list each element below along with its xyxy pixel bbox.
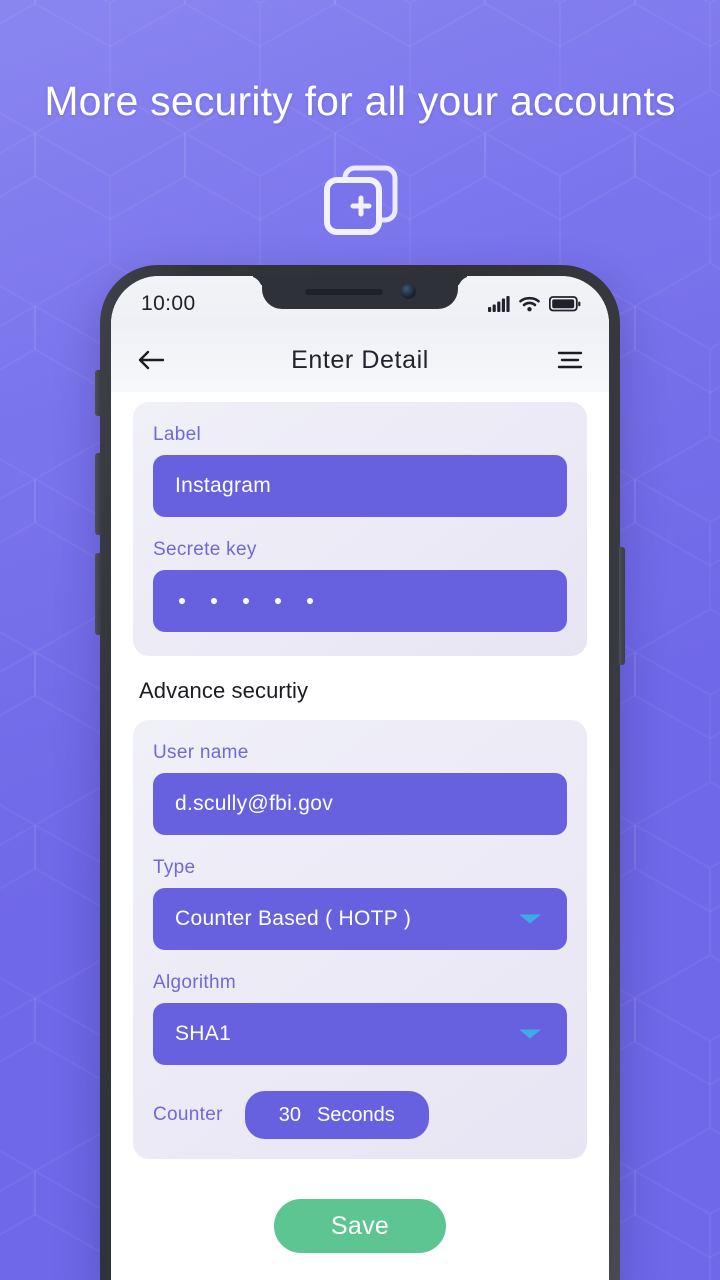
algorithm-select-value: SHA1 [175,1022,232,1045]
label-field-label: Label [153,424,201,445]
masked-value-dots [175,598,313,604]
type-select-value: Counter Based ( HOTP ) [175,907,412,930]
user-name-input[interactable]: d.scully@fbi.gov [153,773,567,835]
phone-mockup-frame: 10:00 Enter Detail Label Instagram Secre… [95,265,625,1280]
type-field-label: Type [153,857,196,878]
hamburger-menu-icon [557,351,583,369]
advance-security-heading: Advance securtiy [139,678,309,703]
promo-headline: More security for all your accounts [44,78,676,124]
status-bar: 10:00 [111,276,609,328]
phone-volume-up-button[interactable] [95,453,101,535]
page-title: Enter Detail [291,345,429,374]
signal-icon [488,296,510,312]
advance-security-card: User name d.scully@fbi.gov Type Counter … [133,720,587,1159]
back-arrow-icon [138,350,165,370]
secret-key-field-label: Secrete key [153,539,257,560]
mask-dot [275,598,281,604]
user-name-field-label: User name [153,742,249,763]
mask-dot [179,598,185,604]
save-button[interactable]: Save [274,1199,446,1253]
counter-row: Counter 30 Seconds [153,1091,567,1139]
basic-details-card: Label Instagram Secrete key [133,402,587,656]
phone-mute-switch[interactable] [95,370,101,416]
promo-stage: More security for all your accounts 10:0… [0,0,720,1280]
algorithm-select[interactable]: SHA1 [153,1003,567,1065]
type-select[interactable]: Counter Based ( HOTP ) [153,888,567,950]
wifi-icon [519,296,540,312]
chevron-down-icon [519,1029,541,1039]
back-button[interactable] [137,348,165,372]
counter-value-pill[interactable]: 30 Seconds [244,1091,429,1139]
counter-field-label: Counter [153,1104,223,1125]
mask-dot [243,598,249,604]
app-header: Enter Detail [111,328,609,392]
chevron-down-icon [519,914,541,924]
counter-unit: Seconds [316,1103,395,1126]
menu-button[interactable] [557,350,583,370]
status-bar-icons [488,292,587,312]
form-scroll-area: Label Instagram Secrete key Advance secu… [111,392,609,1280]
phone-notch [262,276,458,309]
label-input[interactable]: Instagram [153,455,567,517]
algorithm-field-label: Algorithm [153,972,236,993]
earpiece-speaker [304,288,383,295]
mask-dot [307,598,313,604]
phone-screen: 10:00 Enter Detail Label Instagram Secre… [111,276,609,1280]
secret-key-input[interactable] [153,570,567,632]
add-copy-icon [324,165,398,235]
status-bar-time: 10:00 [141,292,196,315]
front-camera-icon [400,284,416,299]
phone-power-button[interactable] [619,547,625,665]
phone-volume-down-button[interactable] [95,553,101,635]
counter-value: 30 [278,1103,301,1126]
battery-icon [549,296,581,312]
mask-dot [211,598,217,604]
